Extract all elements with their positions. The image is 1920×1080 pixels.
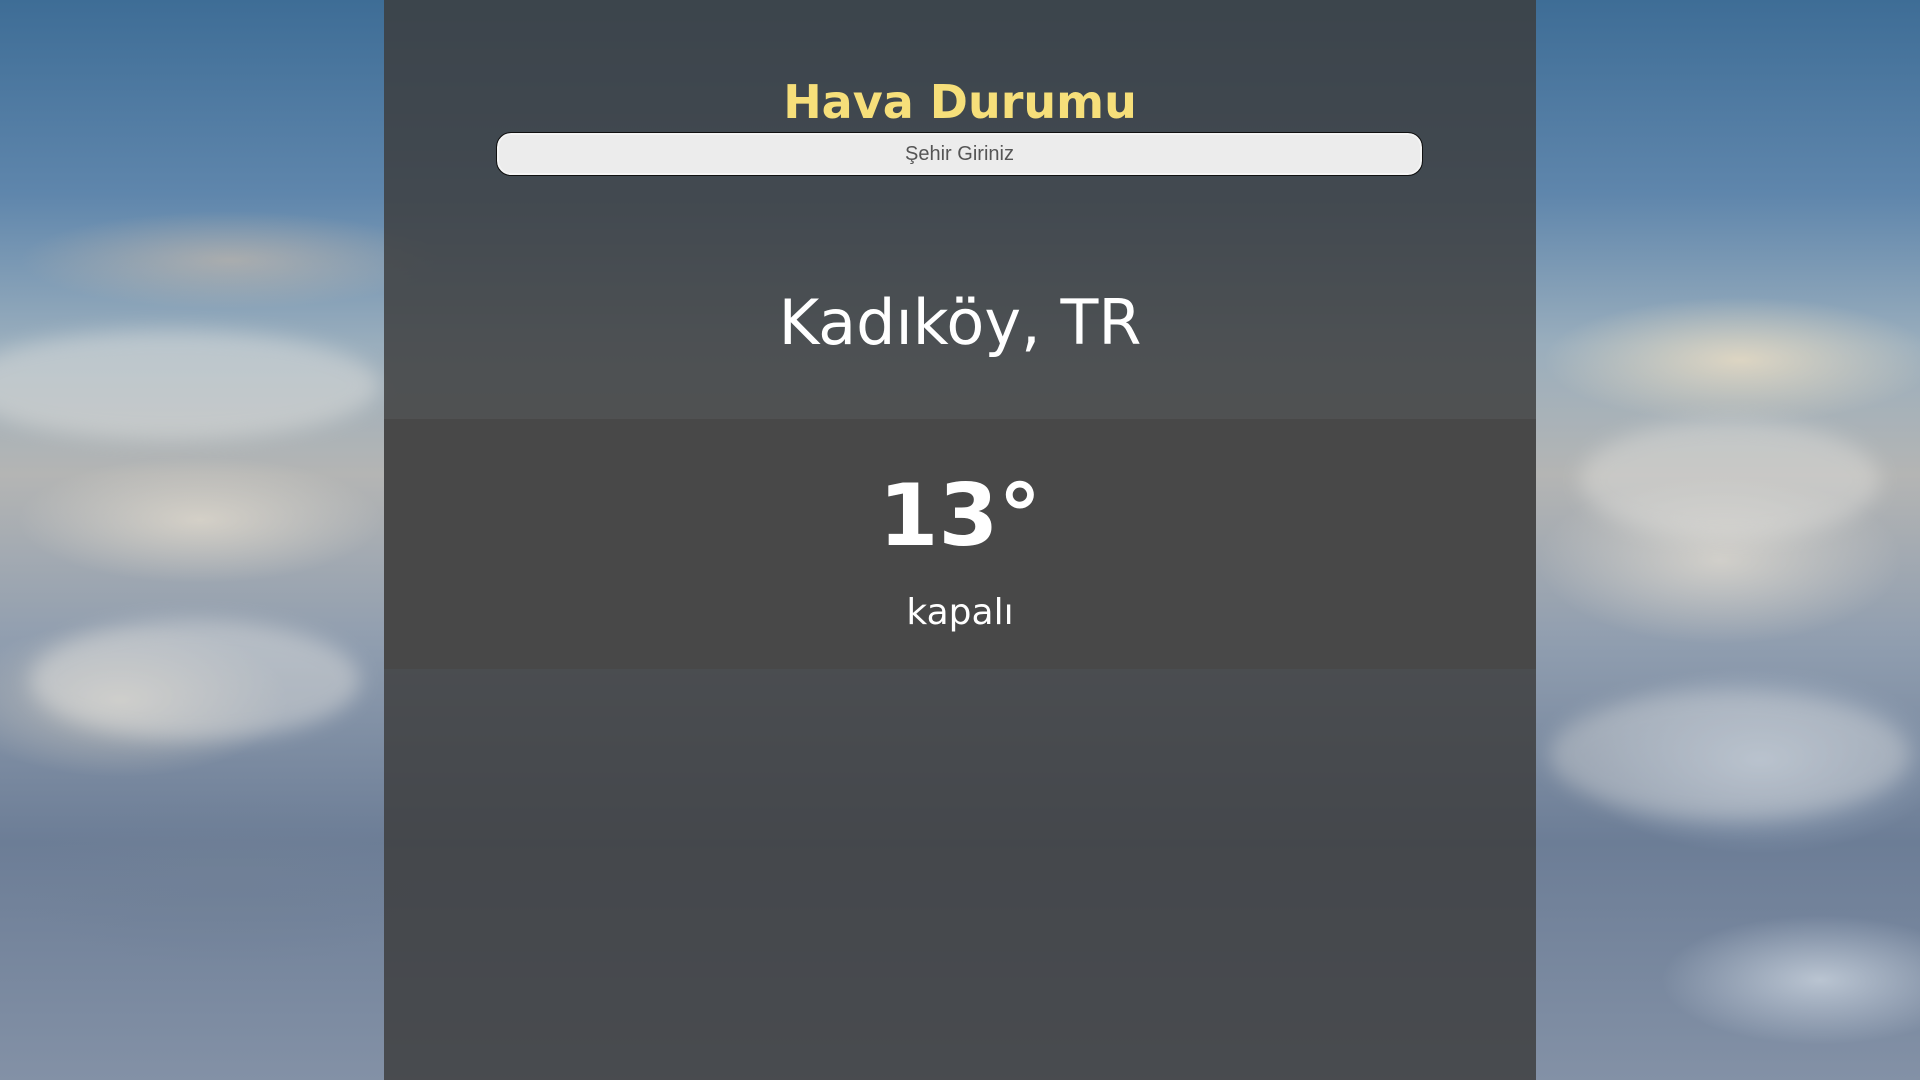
city-search-container [496, 132, 1423, 176]
weather-description: kapalı [906, 592, 1014, 633]
location-label: Kadıköy, TR [778, 286, 1142, 359]
page-title: Hava Durumu [783, 74, 1137, 129]
weather-panel: Hava Durumu Kadıköy, TR 13° kapalı [384, 0, 1536, 1080]
temperature-value: 13° [878, 466, 1042, 566]
weather-summary-box: 13° kapalı [384, 419, 1536, 669]
city-search-input[interactable] [496, 132, 1423, 176]
